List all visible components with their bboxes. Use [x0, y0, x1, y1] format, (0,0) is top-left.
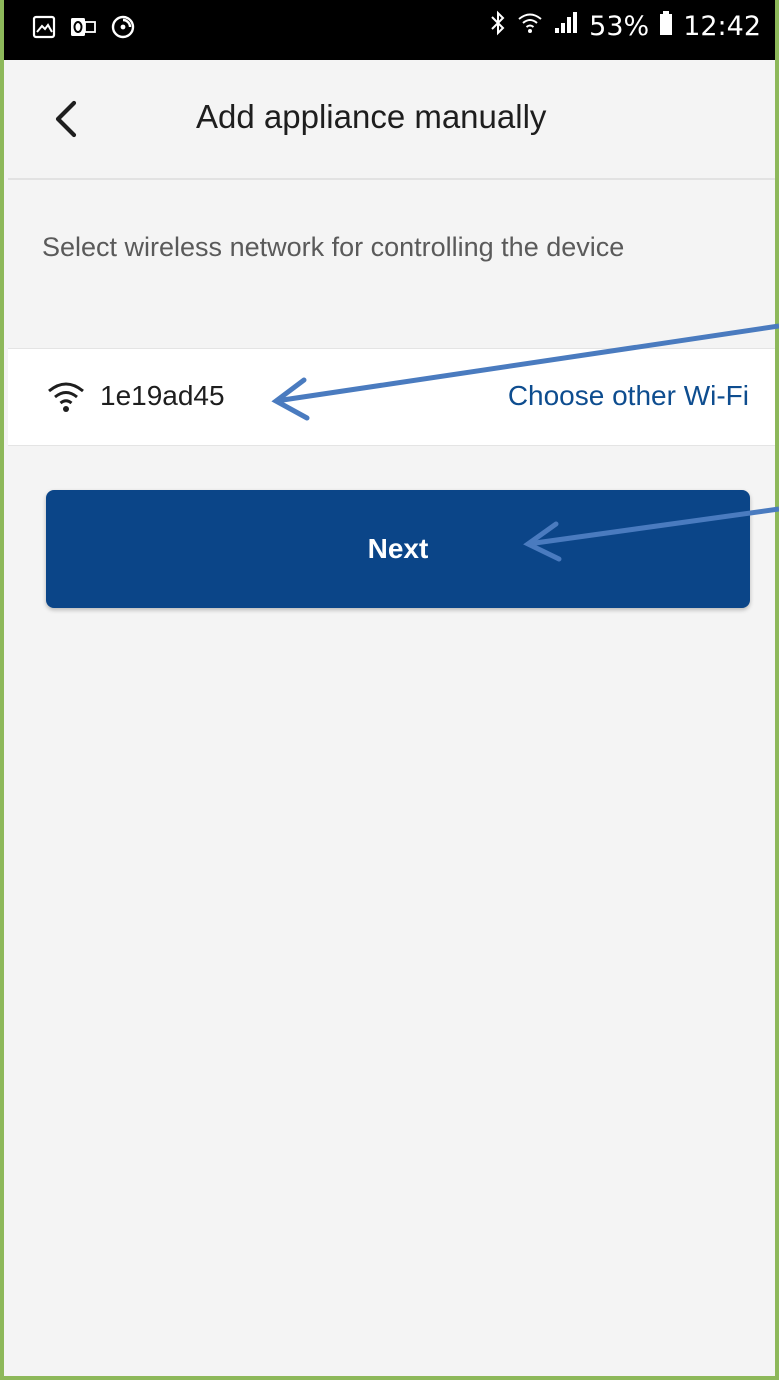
- next-button[interactable]: Next: [46, 490, 750, 608]
- signal-icon: [553, 11, 579, 42]
- sync-icon: [110, 14, 136, 45]
- choose-other-wifi-link[interactable]: Choose other Wi-Fi: [508, 380, 749, 412]
- back-button[interactable]: [44, 96, 90, 142]
- wifi-icon: [46, 379, 86, 415]
- next-button-label: Next: [367, 533, 429, 564]
- bluetooth-icon: [489, 10, 507, 43]
- status-bar-left: [32, 14, 136, 45]
- wifi-network-row: 1e19ad45 Choose other Wi-Fi: [8, 348, 775, 446]
- page-title: Add appliance manually: [196, 98, 547, 135]
- app-screen: 53% 12:42 Add appliance manually Select …: [0, 0, 779, 1380]
- wifi-icon: [517, 11, 543, 42]
- status-bar-right: 53% 12:42: [489, 10, 761, 43]
- chevron-left-icon: [55, 100, 77, 138]
- app-header: Add appliance manually: [8, 60, 775, 180]
- outlook-icon: [70, 15, 96, 44]
- status-time: 12:42: [683, 11, 761, 42]
- instruction-text: Select wireless network for controlling …: [42, 232, 625, 262]
- gallery-icon: [32, 15, 56, 44]
- battery-icon: [659, 10, 673, 43]
- wifi-ssid: 1e19ad45: [100, 380, 225, 411]
- status-bar: 53% 12:42: [4, 0, 775, 60]
- battery-percent: 53%: [589, 11, 650, 42]
